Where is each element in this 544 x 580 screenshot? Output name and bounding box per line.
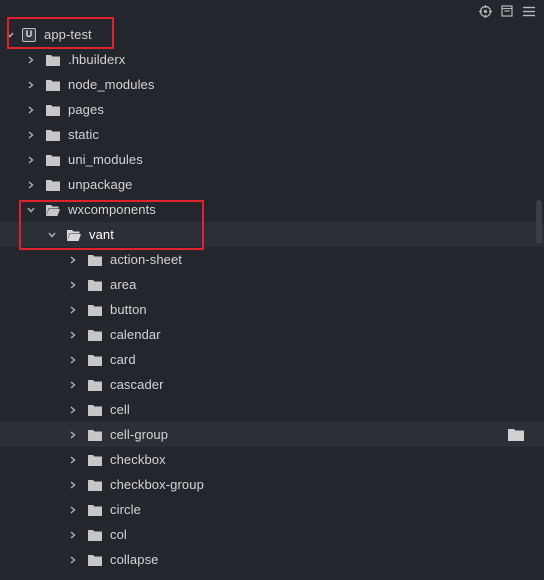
explorer-toolbar: [478, 3, 536, 19]
folder-icon: [88, 479, 102, 491]
tree-item-circle[interactable]: circle: [0, 497, 544, 522]
folder-icon: [46, 154, 60, 166]
chevron-right-icon[interactable]: [25, 179, 37, 191]
chevron-right-icon[interactable]: [25, 79, 37, 91]
chevron-right-icon[interactable]: [25, 154, 37, 166]
chevron-right-icon[interactable]: [67, 379, 79, 391]
chevron-right-icon[interactable]: [67, 329, 79, 341]
tree-item-label: col: [110, 527, 127, 542]
tree-item-uni-modules[interactable]: uni_modules: [0, 147, 544, 172]
tree-item-vant[interactable]: vant: [0, 222, 544, 247]
tree-item-wxcomponents[interactable]: wxcomponents: [0, 197, 544, 222]
tree-item-label: card: [110, 352, 136, 367]
tree-item-label: static: [68, 127, 99, 142]
tree-item-label: node_modules: [68, 77, 155, 92]
chevron-right-icon[interactable]: [67, 254, 79, 266]
tree-item-cascader[interactable]: cascader: [0, 372, 544, 397]
chevron-down-icon[interactable]: [4, 29, 16, 41]
tree-item-pages[interactable]: pages: [0, 97, 544, 122]
tree-item-checkbox[interactable]: checkbox: [0, 447, 544, 472]
folder-icon: [88, 404, 102, 416]
tree-item-unpackage[interactable]: unpackage: [0, 172, 544, 197]
tree-item-label: circle: [110, 502, 141, 517]
tree-item-static[interactable]: static: [0, 122, 544, 147]
vertical-scrollbar[interactable]: [536, 200, 542, 244]
folder-icon: [46, 179, 60, 191]
folder-icon: [88, 254, 102, 266]
tree-item-label: uni_modules: [68, 152, 143, 167]
chevron-right-icon[interactable]: [67, 529, 79, 541]
tree-item-cell-group[interactable]: cell-group: [0, 422, 544, 447]
folder-icon: [88, 304, 102, 316]
chevron-right-icon[interactable]: [67, 279, 79, 291]
tree-item-label: button: [110, 302, 147, 317]
tree-item-calendar[interactable]: calendar: [0, 322, 544, 347]
tree-item-button[interactable]: button: [0, 297, 544, 322]
folder-icon: [88, 529, 102, 541]
folder-icon: [46, 54, 60, 66]
collapse-all-icon[interactable]: [500, 4, 514, 18]
tree-item-label: unpackage: [68, 177, 133, 192]
chevron-right-icon[interactable]: [67, 554, 79, 566]
tree-item-label: action-sheet: [110, 252, 183, 267]
chevron-right-icon[interactable]: [67, 454, 79, 466]
folder-icon: [88, 329, 102, 341]
tree-item-col[interactable]: col: [0, 522, 544, 547]
chevron-right-icon[interactable]: [67, 404, 79, 416]
chevron-right-icon[interactable]: [25, 54, 37, 66]
tree-item-node-modules[interactable]: node_modules: [0, 72, 544, 97]
chevron-right-icon[interactable]: [67, 429, 79, 441]
folder-icon: [88, 354, 102, 366]
tree-item-label: pages: [68, 102, 104, 117]
tree-item-area[interactable]: area: [0, 272, 544, 297]
tree-item-label: .hbuilderx: [68, 52, 126, 67]
chevron-right-icon[interactable]: [25, 129, 37, 141]
folder-icon: [88, 279, 102, 291]
tree-item-label: collapse: [110, 552, 159, 567]
open-folder-icon[interactable]: [508, 428, 524, 441]
chevron-down-icon[interactable]: [25, 204, 37, 216]
tree-item-label: cell-group: [110, 427, 169, 442]
tree-item-card[interactable]: card: [0, 347, 544, 372]
tree-item-label: cascader: [110, 377, 164, 392]
tree-item-label: calendar: [110, 327, 161, 342]
target-icon[interactable]: [478, 4, 492, 18]
folder-open-icon: [67, 229, 81, 241]
tree-item-label: area: [110, 277, 137, 292]
folder-icon: [88, 379, 102, 391]
tree-item-hbuilderx[interactable]: .hbuilderx: [0, 47, 544, 72]
chevron-right-icon[interactable]: [67, 479, 79, 491]
project-icon: U: [22, 27, 36, 42]
folder-icon: [46, 129, 60, 141]
folder-icon: [88, 504, 102, 516]
folder-icon: [88, 554, 102, 566]
chevron-down-icon[interactable]: [46, 229, 58, 241]
chevron-right-icon[interactable]: [25, 104, 37, 116]
folder-icon: [88, 454, 102, 466]
tree-item-label: wxcomponents: [68, 202, 156, 217]
folder-icon: [88, 429, 102, 441]
tree-item-label: cell: [110, 402, 130, 417]
tree-item-label: checkbox: [110, 452, 166, 467]
project-name: app-test: [44, 27, 92, 42]
tree-item-label: vant: [89, 227, 114, 242]
chevron-right-icon[interactable]: [67, 354, 79, 366]
tree-item-collapse[interactable]: collapse: [0, 547, 544, 572]
file-tree: U app-test .hbuilderx node_modules pages…: [0, 22, 544, 572]
folder-icon: [46, 79, 60, 91]
menu-icon[interactable]: [522, 4, 536, 18]
tree-item-label: checkbox-group: [110, 477, 204, 492]
tree-item-project-root[interactable]: U app-test: [0, 22, 544, 47]
folder-icon: [46, 104, 60, 116]
tree-item-checkbox-group[interactable]: checkbox-group: [0, 472, 544, 497]
chevron-right-icon[interactable]: [67, 304, 79, 316]
tree-item-action-sheet[interactable]: action-sheet: [0, 247, 544, 272]
chevron-right-icon[interactable]: [67, 504, 79, 516]
tree-item-cell[interactable]: cell: [0, 397, 544, 422]
project-explorer-panel: U app-test .hbuilderx node_modules pages…: [0, 0, 544, 580]
folder-open-icon: [46, 204, 60, 216]
